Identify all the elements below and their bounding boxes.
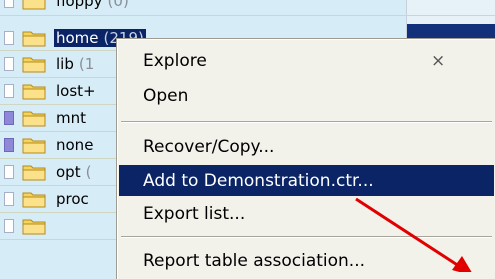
menu-item-recover-copy[interactable]: Recover/Copy...: [119, 131, 494, 162]
tree-row-floppy[interactable]: floppy (0): [0, 0, 495, 14]
menu-item-explore[interactable]: Explore ×: [119, 45, 494, 76]
menu-item-label: Export list...: [143, 203, 246, 224]
context-menu: Explore × Open Recover/Copy... Add to De…: [116, 38, 495, 279]
menu-item-export-list[interactable]: Export list...: [119, 198, 494, 229]
menu-item-label: Open: [143, 85, 189, 106]
menu-item-label: Add to Demonstration.ctr...: [143, 170, 374, 191]
menu-item-open[interactable]: Open: [119, 80, 494, 111]
folder-icon: [22, 84, 46, 99]
tree-row-label: mnt: [56, 108, 86, 127]
tree-expander[interactable]: [4, 137, 14, 152]
tree-expander[interactable]: [4, 110, 14, 125]
menu-item-label: Recover/Copy...: [143, 136, 275, 157]
folder-icon: [22, 111, 46, 126]
tree-expander[interactable]: [4, 0, 14, 8]
tree-expander[interactable]: [4, 83, 14, 98]
tree-expander[interactable]: [4, 164, 14, 179]
tree-row-label: lib (1: [56, 54, 95, 73]
folder-icon: [22, 57, 46, 72]
menu-separator: [121, 121, 492, 123]
menu-separator: [121, 236, 492, 238]
folder-icon: [22, 0, 46, 9]
tree-expander[interactable]: [4, 218, 14, 233]
tree-row-label: none: [56, 135, 94, 154]
menu-item-add-to-demonstration[interactable]: Add to Demonstration.ctr...: [119, 165, 494, 196]
menu-item-label: Explore: [143, 50, 207, 71]
folder-icon: [22, 165, 46, 180]
tree-expander[interactable]: [4, 30, 14, 45]
menu-item-label: Report table association...: [143, 250, 366, 271]
tree-row-label: floppy (0): [56, 0, 129, 10]
folder-icon: [22, 31, 46, 46]
tree-expander[interactable]: [4, 56, 14, 71]
tree-row-label: opt(: [56, 162, 92, 181]
tree-row-label: lost+: [56, 81, 96, 100]
tree-row-label: [56, 217, 61, 235]
tree-expander[interactable]: [4, 191, 14, 206]
folder-icon: [22, 219, 46, 234]
close-icon: ×: [431, 50, 446, 71]
folder-icon: [22, 192, 46, 207]
folder-icon: [22, 138, 46, 153]
menu-item-report-table-association[interactable]: Report table association...: [119, 245, 494, 276]
tree-row-label: proc: [56, 189, 89, 208]
